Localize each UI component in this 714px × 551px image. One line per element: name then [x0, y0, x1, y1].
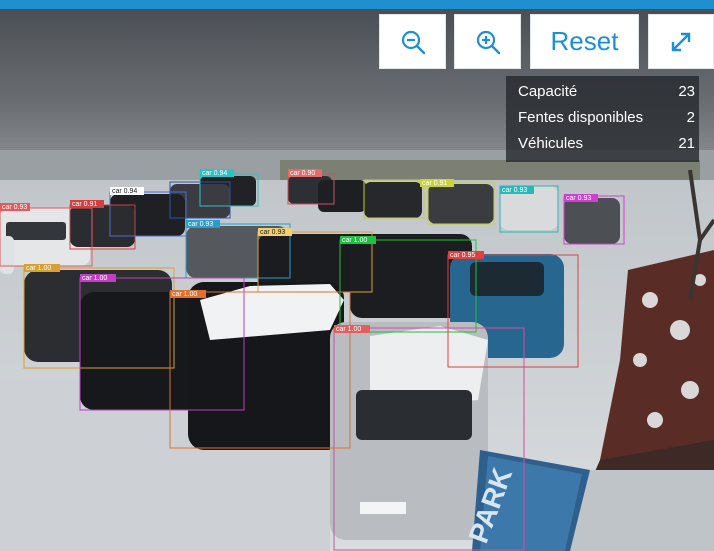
detection-label: car 0.94 [202, 170, 227, 177]
detection-label: car 0.94 [112, 188, 137, 195]
detection-label: car 1.00 [342, 237, 367, 244]
stat-label: Véhicules [518, 135, 584, 152]
stat-value: 21 [678, 135, 695, 152]
parking-stats-panel: Capacité 23 Fentes disponibles 2 Véhicul… [506, 76, 699, 162]
stat-row-available-slots: Fentes disponibles 2 [506, 105, 699, 131]
detection-label: car 0.93 [188, 221, 213, 228]
detection-label: car 1.00 [26, 265, 51, 272]
detection-label: car 1.00 [336, 326, 361, 333]
detection-label: car 0.93 [2, 204, 27, 211]
stat-row-vehicles: Véhicules 21 [506, 131, 699, 157]
expand-button[interactable] [648, 14, 714, 69]
expand-icon [671, 32, 691, 51]
detection-label: car 0.91 [422, 180, 447, 187]
detection-label: car 0.95 [450, 252, 475, 259]
detection-label: car 0.91 [72, 201, 97, 208]
stat-row-capacity: Capacité 23 [506, 79, 699, 105]
detection-label: car 1.00 [172, 291, 197, 298]
detection-label: car 0.90 [290, 170, 315, 177]
reset-button[interactable]: Reset [530, 14, 639, 69]
stat-label: Fentes disponibles [518, 109, 644, 126]
zoom-in-button[interactable] [454, 14, 521, 69]
zoom-out-icon [401, 30, 425, 54]
stat-label: Capacité [518, 83, 578, 100]
stat-value: 2 [686, 109, 695, 126]
zoom-out-button[interactable] [379, 14, 446, 69]
detection-label: car 0.93 [566, 195, 591, 202]
detection-label: car 1.00 [82, 275, 107, 282]
detection-label: car 0.93 [502, 187, 527, 194]
top-accent-bar [0, 0, 714, 9]
detection-label: car 0.93 [260, 229, 285, 236]
stat-value: 23 [678, 83, 695, 100]
zoom-in-icon [476, 30, 500, 54]
